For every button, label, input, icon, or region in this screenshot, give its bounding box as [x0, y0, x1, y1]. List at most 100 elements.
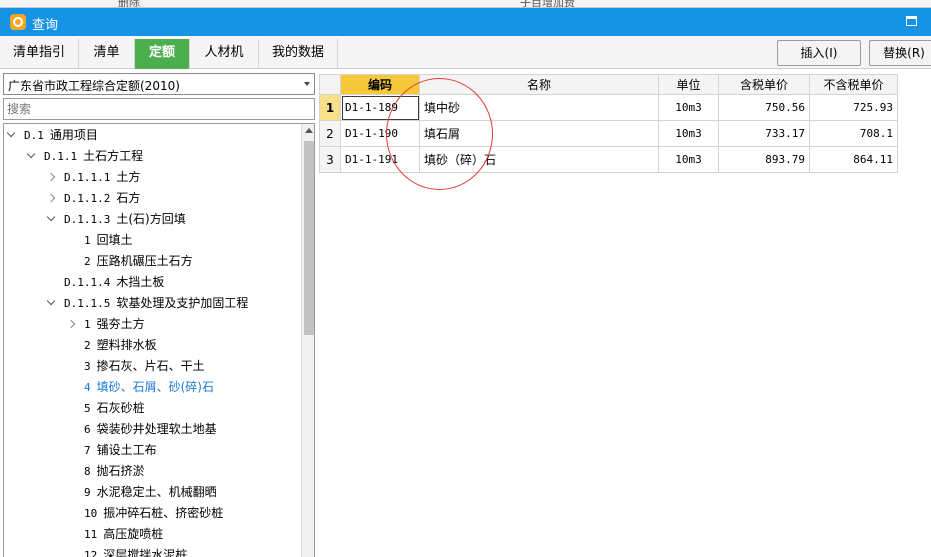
cell-price-without-tax[interactable]: 708.1 — [809, 120, 898, 147]
tree-node[interactable]: 2 压路机碾压土石方 — [84, 251, 193, 271]
tab-bill[interactable]: 清单 — [79, 39, 135, 69]
tree-node[interactable]: D.1.1.5 软基处理及支护加固工程 — [46, 293, 249, 313]
tree-node-code: D.1.1.3 — [64, 213, 111, 226]
table-row[interactable]: 1 D1-1-189 填中砂 10m3 750.56 725.93 — [319, 94, 898, 121]
table-row[interactable]: 3 D1-1-191 填砂（碎）石 10m3 893.79 864.11 — [319, 146, 898, 173]
tree-node[interactable]: D.1 通用项目 — [6, 125, 98, 145]
tree-node-code: D.1.1.2 — [64, 192, 111, 205]
cell-unit[interactable]: 10m3 — [658, 94, 719, 121]
tree-node-code: 4 — [84, 381, 91, 394]
cell-price-with-tax[interactable]: 750.56 — [718, 94, 810, 121]
tree-node-code: 1 — [84, 234, 91, 247]
tree-node-code: 11 — [84, 528, 98, 541]
cell-code[interactable]: D1-1-191 — [340, 146, 420, 173]
replace-button[interactable]: 替换(R) — [869, 40, 931, 66]
tab-bill-guide[interactable]: 清单指引 — [0, 39, 79, 69]
quota-library-select[interactable]: 广东省市政工程综合定额(2010) — [3, 73, 315, 95]
cell-price-with-tax[interactable]: 893.79 — [718, 146, 810, 173]
cell-name[interactable]: 填中砂 — [419, 94, 659, 121]
scroll-up-icon[interactable] — [305, 128, 313, 133]
row-number: 3 — [319, 146, 341, 173]
tab-quota[interactable]: 定额 — [135, 39, 190, 69]
chevron-right-icon[interactable] — [66, 319, 76, 329]
tab-labor-material-machine[interactable]: 人材机 — [190, 39, 259, 69]
chevron-right-icon[interactable] — [46, 172, 56, 182]
column-header-code[interactable]: 编码 — [340, 74, 420, 95]
tree-node[interactable]: D.1.1 土石方工程 — [26, 146, 143, 166]
tree-node-code: D.1.1.5 — [64, 297, 111, 310]
maximize-icon[interactable] — [906, 16, 917, 26]
tree-node[interactable]: D.1.1.2 石方 — [46, 188, 141, 208]
scroll-thumb[interactable] — [304, 141, 314, 335]
cell-name[interactable]: 填石屑 — [419, 120, 659, 147]
tree-node[interactable]: 5 石灰砂桩 — [84, 398, 145, 418]
tree-node-label: 塑料排水板 — [96, 338, 157, 352]
tree-node-label: 土方 — [116, 170, 141, 184]
column-header-name[interactable]: 名称 — [419, 74, 659, 95]
tree-node-label: 软基处理及支护加固工程 — [116, 296, 249, 310]
tree-node[interactable]: 6 袋装砂井处理软土地基 — [84, 419, 217, 439]
tree-node[interactable]: 12 深层搅拌水泥桩 — [84, 545, 187, 557]
quota-tree: D.1 通用项目 D.1.1 土石方工程 D.1.1.1 土方 D.1.1.2 石方 D.1.1… — [3, 123, 315, 557]
tree-node-label: 铺设土工布 — [96, 443, 157, 457]
chevron-down-icon[interactable] — [46, 296, 56, 306]
tree-node[interactable]: D.1.1.1 土方 — [46, 167, 141, 187]
cell-price-with-tax[interactable]: 733.17 — [718, 120, 810, 147]
app-logo-icon — [10, 14, 26, 30]
tree-node-code: D.1.1.4 — [64, 276, 111, 289]
tree-node-label: 振冲碎石桩、挤密砂桩 — [103, 506, 224, 520]
tree-node-code: 2 — [84, 255, 91, 268]
tree-node[interactable]: 1 强夯土方 — [66, 314, 145, 334]
tree-node-label: 通用项目 — [49, 128, 98, 142]
tree-node[interactable]: 10 振冲碎石桩、挤密砂桩 — [84, 503, 223, 523]
column-header-price-without-tax[interactable]: 不含税单价 — [809, 74, 898, 95]
tree-node[interactable]: 2 塑料排水板 — [84, 335, 157, 355]
search-input[interactable] — [3, 98, 315, 120]
tree-node-label: 石灰砂桩 — [96, 401, 145, 415]
tree-node-code: 8 — [84, 465, 91, 478]
tree-node[interactable]: 11 高压旋喷桩 — [84, 524, 163, 544]
background-text: 子目增加费 — [520, 0, 575, 8]
quota-library-value: 广东省市政工程综合定额(2010) — [8, 79, 180, 93]
insert-button[interactable]: 插入(I) — [777, 40, 861, 66]
tree-node-label: 石方 — [116, 191, 141, 205]
tree-node-label: 掺石灰、片石、干土 — [96, 359, 205, 373]
tree-node[interactable]: D.1.1.3 土(石)方回填 — [46, 209, 186, 229]
tree-node[interactable]: 7 铺设土工布 — [84, 440, 157, 460]
tree-scrollbar[interactable] — [301, 124, 314, 557]
tree-node[interactable]: 4 填砂、石屑、砂(碎)石 — [84, 377, 214, 397]
tree-node-label: 袋装砂井处理软土地基 — [96, 422, 217, 436]
chevron-down-icon[interactable] — [6, 128, 16, 138]
cell-code[interactable]: D1-1-190 — [340, 120, 420, 147]
tree-node[interactable]: 1 回填土 — [84, 230, 133, 250]
column-header-price-with-tax[interactable]: 含税单价 — [718, 74, 810, 95]
column-header-unit[interactable]: 单位 — [658, 74, 719, 95]
tab-bar: 清单指引 清单 定额 人材机 我的数据 插入(I) 替换(R) — [0, 36, 931, 69]
tree-node-label: 深层搅拌水泥桩 — [103, 548, 188, 557]
chevron-down-icon[interactable] — [26, 149, 36, 159]
chevron-down-icon[interactable] — [304, 82, 310, 86]
row-number: 2 — [319, 120, 341, 147]
tree-node[interactable]: 9 水泥稳定土、机械翻晒 — [84, 482, 217, 502]
background-window-strip: 删除 子目增加费 — [0, 0, 931, 8]
cell-name[interactable]: 填砂（碎）石 — [419, 146, 659, 173]
tree-node-label: 压路机碾压土石方 — [96, 254, 193, 268]
table-row[interactable]: 2 D1-1-190 填石屑 10m3 733.17 708.1 — [319, 120, 898, 147]
quota-table: 编码 名称 单位 含税单价 不含税单价 1 D1-1-189 填中砂 10m3 … — [319, 74, 898, 173]
cell-code[interactable]: D1-1-189 — [340, 94, 420, 121]
tree-node-code: D.1 — [24, 129, 44, 142]
tab-my-data[interactable]: 我的数据 — [259, 39, 338, 69]
tree-node[interactable]: 3 掺石灰、片石、干土 — [84, 356, 205, 376]
tree-node[interactable]: D.1.1.4 木挡土板 — [64, 272, 164, 292]
cell-unit[interactable]: 10m3 — [658, 120, 719, 147]
tree-node-label: 水泥稳定土、机械翻晒 — [96, 485, 217, 499]
cell-price-without-tax[interactable]: 725.93 — [809, 94, 898, 121]
row-number: 1 — [319, 94, 341, 121]
cell-unit[interactable]: 10m3 — [658, 146, 719, 173]
chevron-right-icon[interactable] — [46, 193, 56, 203]
tree-node-code: 12 — [84, 549, 98, 557]
tree-node-code: 5 — [84, 402, 91, 415]
cell-price-without-tax[interactable]: 864.11 — [809, 146, 898, 173]
chevron-down-icon[interactable] — [46, 212, 56, 222]
tree-node[interactable]: 8 抛石挤淤 — [84, 461, 145, 481]
